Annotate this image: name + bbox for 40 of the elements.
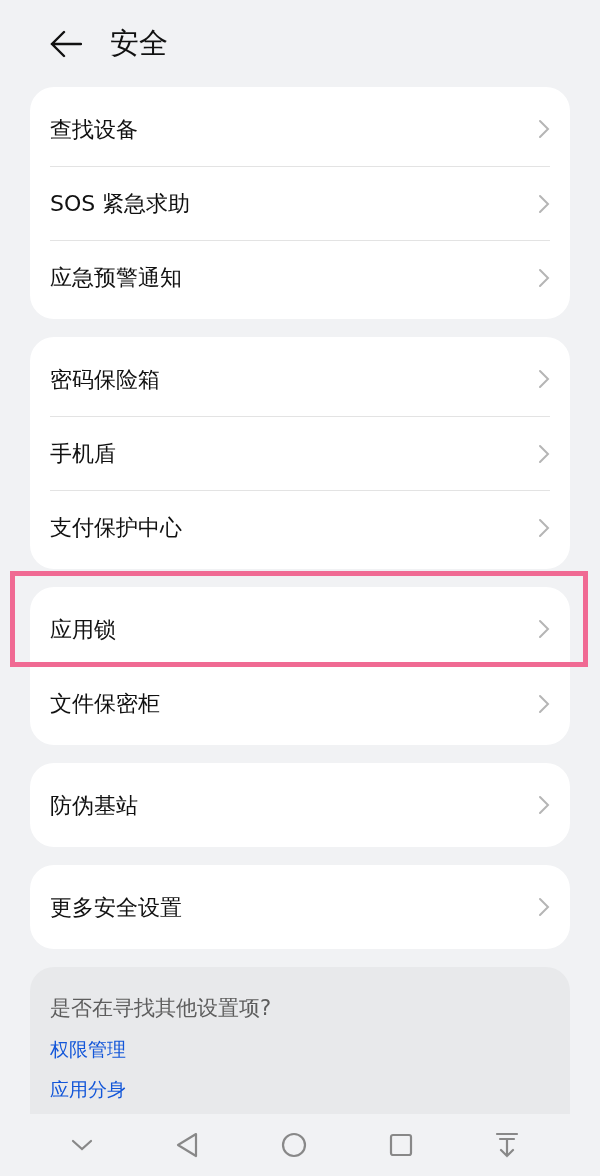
chevron-down-icon[interactable] (71, 1139, 93, 1151)
suggestion-title: 是否在寻找其他设置项? (50, 995, 273, 1022)
page-title: 安全 (110, 24, 168, 62)
chevron-right-icon (538, 897, 550, 917)
suggestion-link[interactable]: 权限管理 (50, 1034, 126, 1063)
settings-item[interactable]: 防伪基站 (30, 768, 570, 842)
chevron-right-icon (538, 517, 550, 538)
chevron-right-icon (538, 193, 550, 214)
settings-item[interactable]: 应用锁 (30, 592, 570, 666)
item-label: 防伪基站 (50, 791, 138, 820)
settings-item[interactable]: 手机盾 (30, 416, 570, 490)
item-label: SOS 紧急求助 (50, 190, 191, 218)
settings-item[interactable]: 密码保险箱 (30, 342, 570, 416)
chevron-right-icon (538, 267, 550, 288)
chevron-right-icon (538, 619, 550, 639)
settings-item[interactable]: 应急预警通知 (30, 240, 570, 314)
settings-item[interactable]: 支付保护中心 (30, 490, 570, 564)
item-label: 手机盾 (50, 440, 116, 468)
item-label: 文件保密柜 (50, 690, 160, 718)
item-label: 更多安全设置 (50, 893, 182, 922)
chevron-right-icon (538, 443, 550, 464)
suggestion-link[interactable]: 应用分身 (50, 1075, 126, 1104)
home-icon[interactable] (281, 1132, 307, 1158)
chevron-right-icon (538, 369, 550, 389)
item-label: 查找设备 (50, 115, 138, 144)
settings-item[interactable]: 查找设备 (30, 92, 570, 166)
chevron-right-icon (538, 119, 550, 139)
chevron-right-icon (538, 693, 550, 714)
chevron-right-icon (538, 795, 550, 815)
item-label: 应用锁 (50, 615, 116, 644)
item-label: 支付保护中心 (50, 514, 182, 542)
back-arrow-icon[interactable] (50, 29, 82, 58)
pull-down-icon[interactable] (495, 1132, 519, 1158)
settings-item[interactable]: 更多安全设置 (30, 870, 570, 944)
settings-item[interactable]: 文件保密柜 (30, 666, 570, 740)
item-label: 应急预警通知 (50, 264, 182, 292)
item-label: 密码保险箱 (50, 365, 160, 394)
settings-item[interactable]: SOS 紧急求助 (30, 166, 570, 240)
back-icon[interactable] (175, 1132, 199, 1158)
recents-icon[interactable] (389, 1133, 413, 1157)
